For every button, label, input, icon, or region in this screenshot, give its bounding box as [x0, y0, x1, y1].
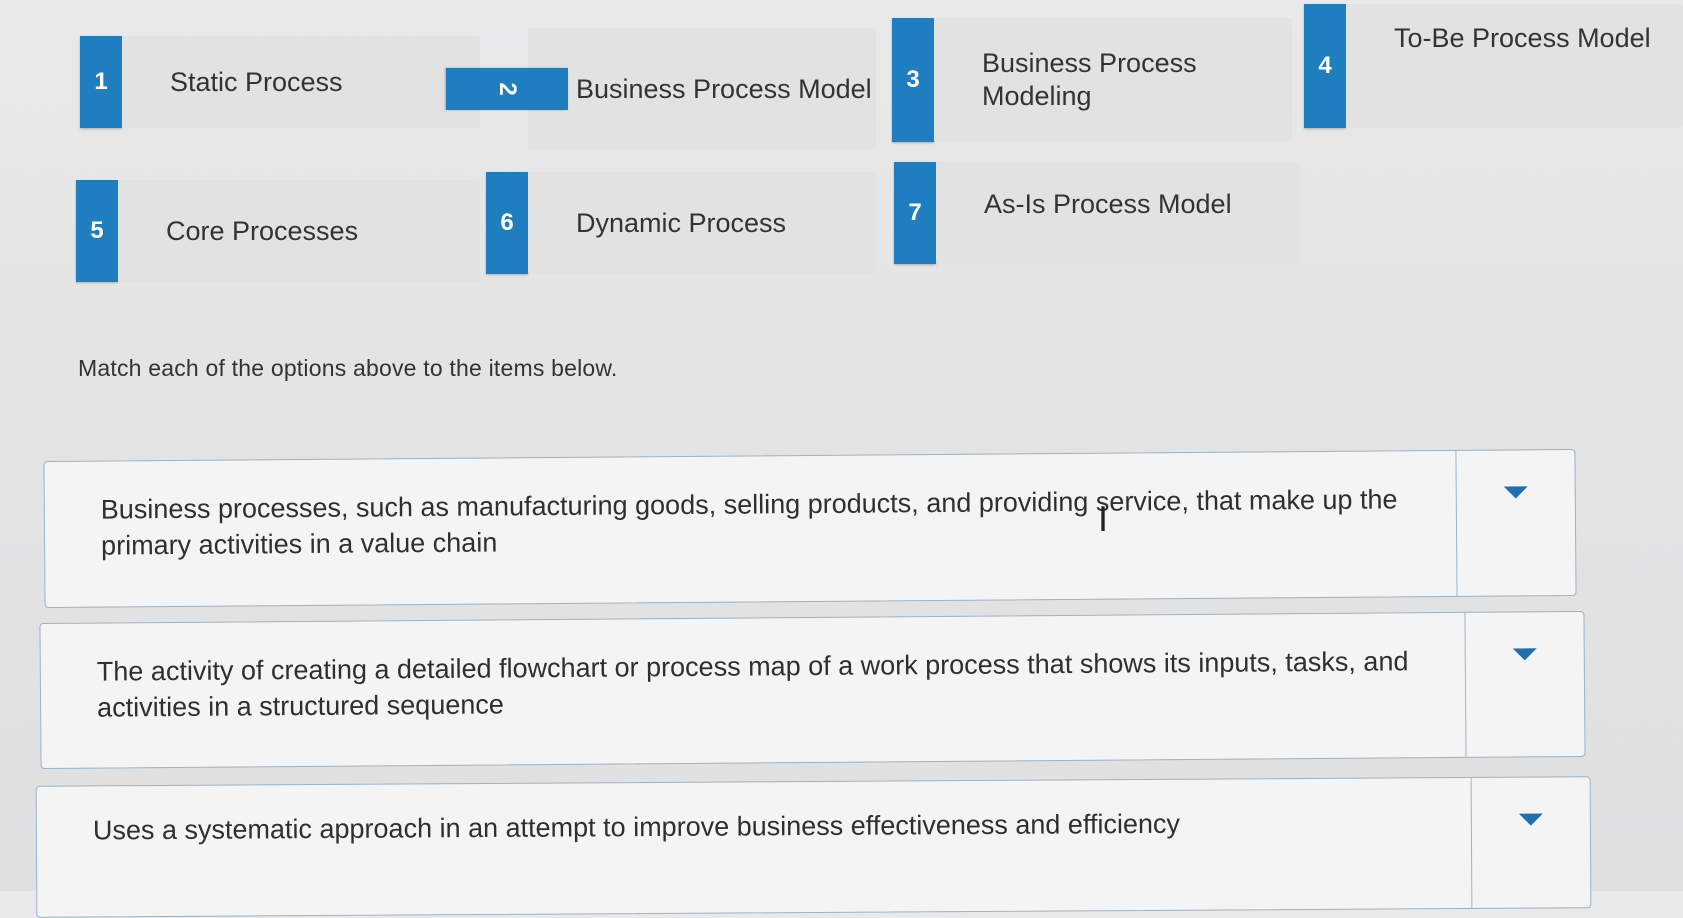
option-label: As-Is Process Model	[936, 162, 1300, 264]
instructions-text: Match each of the options above to the i…	[78, 355, 618, 381]
match-dropdown[interactable]	[1470, 777, 1591, 908]
match-item-text: The activity of creating a detailed flow…	[96, 646, 1409, 723]
text-cursor-icon: I	[1098, 500, 1109, 540]
option-label: Business Process Modeling	[934, 18, 1292, 142]
option-number-badge: 7	[894, 162, 936, 264]
option-card-5[interactable]: 5 Core Processes	[76, 180, 480, 282]
match-item-text: Business processes, such as manufacturin…	[100, 484, 1398, 561]
option-number-badge: 4	[1304, 4, 1346, 128]
option-number-badge: 1	[80, 36, 122, 128]
match-item-2: The activity of creating a detailed flow…	[39, 610, 1586, 770]
option-card-2[interactable]: 2 Business Process Model	[446, 28, 876, 150]
caret-down-icon[interactable]	[1503, 486, 1528, 499]
option-card-1[interactable]: 1 Static Process	[80, 36, 480, 128]
option-card-4[interactable]: 4 To-Be Process Model	[1304, 4, 1683, 128]
option-card-7[interactable]: 7 As-Is Process Model	[894, 162, 1300, 264]
option-card-3[interactable]: 3 Business Process Modeling	[892, 18, 1292, 142]
caret-down-icon[interactable]	[1512, 648, 1537, 661]
option-label: Static Process	[122, 36, 480, 128]
option-label: Core Processes	[118, 180, 480, 282]
option-number-badge: 5	[76, 180, 118, 282]
option-number-badge: 6	[486, 172, 528, 274]
option-card-6[interactable]: 6 Dynamic Process	[486, 172, 876, 274]
match-item-text: Uses a systematic approach in an attempt…	[92, 808, 1181, 846]
match-item-1: Business processes, such as manufacturin…	[43, 448, 1577, 609]
match-item-3: Uses a systematic approach in an attempt…	[35, 776, 1592, 918]
match-dropdown[interactable]	[1455, 449, 1576, 596]
option-number-badge: 3	[892, 18, 934, 142]
option-label: Business Process Model	[528, 28, 876, 150]
option-number-badge: 2	[446, 68, 568, 110]
match-dropdown[interactable]	[1464, 611, 1585, 757]
option-label: Dynamic Process	[528, 172, 876, 274]
caret-down-icon[interactable]	[1518, 813, 1543, 826]
option-label: To-Be Process Model	[1346, 4, 1683, 128]
